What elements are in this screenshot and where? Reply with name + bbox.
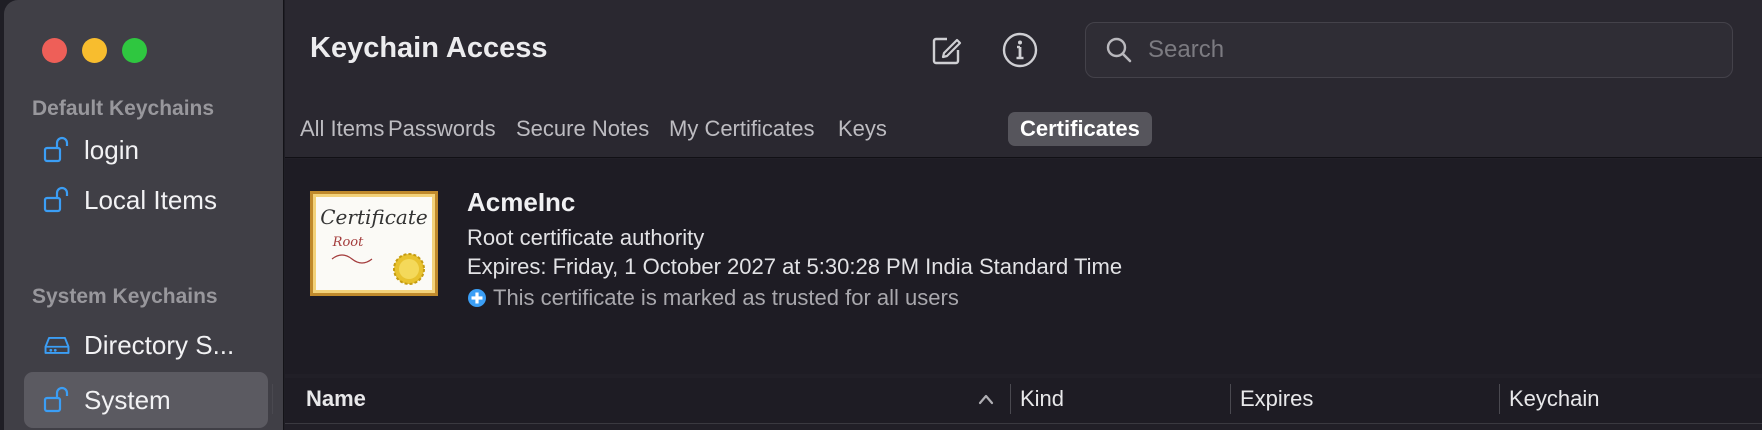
column-header-expires[interactable]: Expires [1240,386,1313,412]
category-tabs: All Items Passwords Secure Notes My Cert… [285,100,1762,158]
compose-icon[interactable] [927,30,967,70]
tab-my-certificates[interactable]: My Certificates [657,112,826,146]
column-separator [272,384,273,414]
sidebar: Default Keychains login Local Items Syst… [4,0,284,430]
cert-title-text: Certificate [320,205,427,229]
network-drive-icon [44,336,70,354]
unlock-icon [43,186,69,213]
search-icon [1106,37,1132,63]
search-input[interactable] [1148,36,1708,64]
certificate-detail: Certificate Root AcmeInc Root certificat… [285,159,1762,374]
certificate-expiry: Expires: Friday, 1 October 2027 at 5:30:… [467,254,1123,279]
tab-keys[interactable]: Keys [826,112,899,146]
column-separator[interactable] [1010,384,1011,414]
certificate-icon: Certificate Root [310,191,438,296]
sidebar-item-system[interactable]: System [24,372,268,428]
sidebar-item-local-items[interactable]: Local Items [24,172,268,228]
certificate-type: Root certificate authority [467,225,705,250]
sort-ascending-icon[interactable] [977,392,995,406]
toolbar: Keychain Access [285,0,1762,100]
certificate-name: AcmeInc [467,187,576,217]
sidebar-item-label: Directory S... [84,329,235,360]
tab-passwords[interactable]: Passwords [376,112,508,146]
unlock-icon [43,386,69,413]
sidebar-item-login[interactable]: login [24,122,268,178]
search-field[interactable] [1085,22,1733,78]
cert-subtitle-text: Root [332,235,364,250]
default-keychains-heading: Default Keychains [32,97,215,120]
system-keychains-heading: System Keychains [32,285,218,308]
sidebar-item-label: Local Items [84,184,217,215]
info-icon[interactable] [1000,30,1040,70]
column-header-name[interactable]: Name [306,386,366,412]
main-pane: Keychain Access All Items [272,0,1762,430]
sidebar-item-label: login [84,134,139,165]
unlock-icon [43,136,69,163]
column-header-kind[interactable]: Kind [1020,386,1064,412]
trust-text: This certificate is marked as trusted fo… [493,285,959,310]
tab-secure-notes[interactable]: Secure Notes [504,112,661,146]
keychain-window: Default Keychains login Local Items Syst… [0,0,1762,430]
tab-certificates[interactable]: Certificates [1008,112,1152,146]
sidebar-item-directory-services[interactable]: Directory S... [24,317,268,373]
trust-status: This certificate is marked as trusted fo… [467,285,959,311]
minimize-window-button[interactable] [82,38,107,63]
sidebar-item-label: System [84,384,171,415]
app-title: Keychain Access [310,32,548,64]
close-window-button[interactable] [42,38,67,63]
column-separator[interactable] [1230,384,1231,414]
column-header-keychain[interactable]: Keychain [1509,386,1600,412]
trusted-plus-icon [468,289,486,307]
table-header: Name Kind Expires Keychain [272,378,1762,424]
zoom-window-button[interactable] [122,38,147,63]
column-separator[interactable] [1499,384,1500,414]
